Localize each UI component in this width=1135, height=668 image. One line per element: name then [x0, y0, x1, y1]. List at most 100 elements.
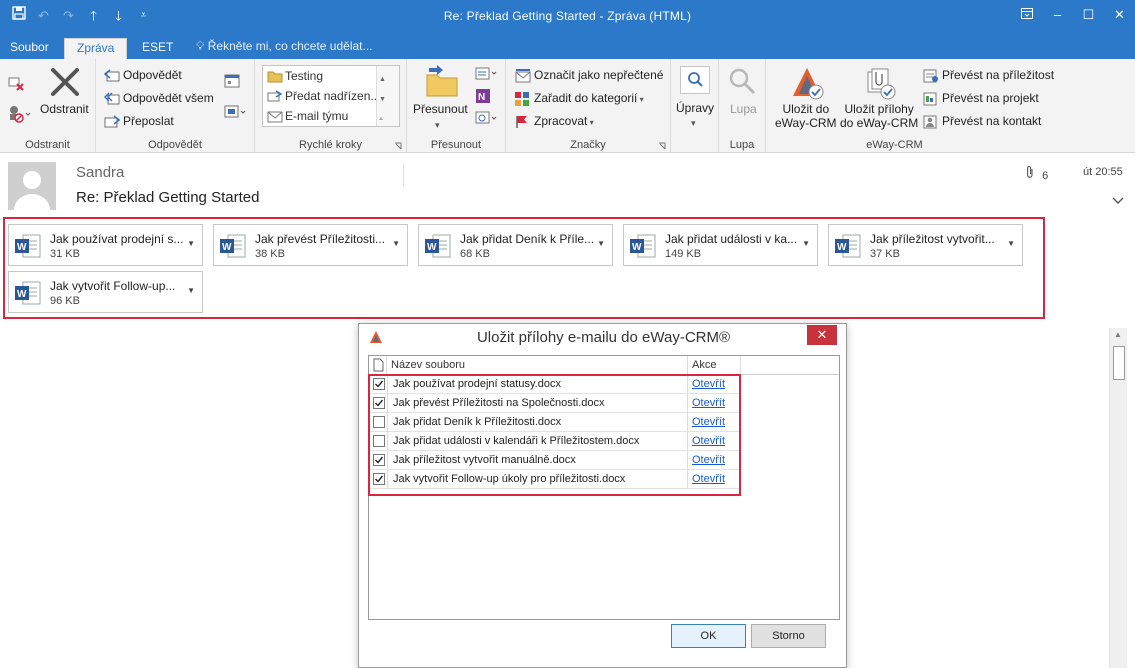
paperclip-icon — [1025, 166, 1035, 182]
folder-icon — [267, 69, 283, 83]
attachment-item[interactable]: W Jak přidat Deník k Příle... 68 KB ▼ — [418, 224, 613, 266]
reply-button[interactable]: Odpovědět — [103, 68, 182, 83]
attachment-item[interactable]: W Jak používat prodejní s... 31 KB ▼ — [8, 224, 203, 266]
attachment-size: 68 KB — [460, 248, 490, 260]
close-icon[interactable]: ✕ — [807, 325, 837, 345]
convert-to-project-button[interactable]: Převést na projekt — [923, 91, 1039, 106]
team-email-icon — [267, 109, 283, 123]
header-divider — [403, 164, 404, 186]
group-eway-crm: Uložit do eWay-CRM Uložit přílohy do eWa… — [766, 59, 1063, 153]
title-bar: ↶ ↷ 🡑 🡓 ⩡ Re: Překlad Getting Started - … — [0, 0, 1135, 33]
group-delete: Odstranit Odstranit — [0, 59, 96, 153]
attachment-size: 96 KB — [50, 295, 80, 307]
tab-file[interactable]: Soubor — [2, 38, 57, 59]
svg-text:W: W — [632, 242, 642, 253]
actions-icon[interactable] — [475, 110, 499, 129]
quick-steps-gallery: Testing Předat nadřízen... E-mail týmu ▲… — [262, 65, 400, 127]
eway-attachments-icon — [862, 66, 896, 103]
chevron-down-icon: ▾ — [691, 118, 696, 128]
project-icon — [923, 92, 939, 106]
tab-message[interactable]: Zpráva — [64, 38, 128, 59]
attachment-item[interactable]: W Jak převést Příležitosti... 38 KB ▼ — [213, 224, 408, 266]
rules-icon[interactable] — [475, 67, 499, 84]
column-header-action[interactable]: Akce — [688, 356, 741, 375]
delete-button[interactable]: Odstranit — [40, 102, 89, 116]
attachment-size: 149 KB — [665, 248, 702, 260]
group-label: Odpovědět — [148, 139, 202, 151]
lightbulb-icon: 💡︎ — [196, 39, 205, 53]
mark-unread-button[interactable]: Označit jako nepřečtené — [515, 68, 663, 83]
contact-icon — [923, 115, 939, 129]
group-label: eWay-CRM — [866, 139, 923, 151]
attachment-item[interactable]: W Jak přidat události v ka... 149 KB ▼ — [623, 224, 818, 266]
junk-icon[interactable] — [7, 104, 31, 127]
chevron-down-icon[interactable]: ▼ — [597, 239, 605, 248]
attachment-size: 31 KB — [50, 248, 80, 260]
flag-icon — [515, 115, 531, 129]
attachment-name: Jak přidat události v ka... — [665, 232, 798, 246]
body-scrollbar[interactable]: ▲ — [1109, 328, 1127, 668]
gallery-scroll[interactable]: ▲ ▼ ⩡ — [376, 66, 399, 126]
meeting-reply-icon[interactable] — [224, 73, 240, 92]
forward-button[interactable]: Přeposlat — [104, 114, 174, 129]
close-icon[interactable]: ✕ — [1104, 0, 1135, 30]
rows-highlight — [368, 374, 741, 496]
delete-icon[interactable] — [49, 66, 81, 101]
tell-me-search[interactable]: 💡︎ Řekněte mi, co chcete udělat... — [196, 39, 373, 54]
ribbon-display-icon[interactable] — [1011, 0, 1042, 30]
reply-all-icon — [104, 92, 120, 106]
save-to-eway-button[interactable]: Uložit do eWay-CRM — [775, 102, 837, 130]
forward-to-manager-icon — [267, 89, 283, 103]
save-attachments-to-eway-button[interactable]: Uložit přílohy do eWay-CRM — [840, 102, 918, 130]
sender-name[interactable]: Sandra — [76, 164, 124, 181]
minimize-icon[interactable]: – — [1042, 0, 1073, 30]
move-folder-icon[interactable] — [425, 65, 459, 102]
chevron-down-icon[interactable]: ▼ — [187, 286, 195, 295]
svg-text:W: W — [427, 242, 437, 253]
group-label: Odstranit — [25, 139, 70, 151]
ignore-icon[interactable] — [7, 72, 27, 95]
more-respond-icon[interactable] — [224, 104, 248, 123]
maximize-icon[interactable]: ☐ — [1073, 0, 1104, 30]
zoom-button[interactable]: Lupa — [730, 102, 757, 116]
move-dropdown-icon[interactable]: ▾ — [435, 120, 440, 131]
svg-text:W: W — [837, 242, 847, 253]
ribbon: Odstranit Odstranit Odpovědět Odpovědět … — [0, 59, 1135, 153]
reply-icon — [103, 69, 120, 83]
chevron-down-icon[interactable]: ▼ — [1007, 239, 1015, 248]
tab-eset[interactable]: ESET — [134, 38, 181, 59]
attachment-item[interactable]: W Jak vytvořit Follow-up... 96 KB ▼ — [8, 271, 203, 313]
expand-header-icon[interactable] — [1112, 196, 1124, 208]
group-respond: Odpovědět Odpovědět všem Přeposlat Odpov… — [96, 59, 255, 153]
onenote-icon[interactable]: N — [475, 88, 491, 107]
grid-header: Název souboru Akce — [369, 356, 839, 375]
scroll-thumb[interactable] — [1113, 346, 1125, 380]
svg-text:W: W — [17, 289, 27, 300]
word-doc-icon: W — [220, 234, 246, 259]
scroll-up-icon[interactable]: ▲ — [1114, 330, 1122, 339]
cancel-button[interactable]: Storno — [751, 624, 826, 648]
reply-all-button[interactable]: Odpovědět všem — [104, 91, 214, 106]
column-header-name[interactable]: Název souboru — [387, 356, 688, 375]
word-doc-icon: W — [630, 234, 656, 259]
group-tags: Označit jako nepřečtené Zařadit do kateg… — [506, 59, 671, 153]
forward-icon — [104, 115, 121, 129]
group-editing[interactable]: Úpravy ▾ — [671, 59, 719, 153]
message-header: Sandra Re: Překlad Getting Started 6 út … — [0, 154, 1135, 216]
chevron-down-icon[interactable]: ▼ — [802, 239, 810, 248]
chevron-down-icon[interactable]: ▼ — [392, 239, 400, 248]
word-doc-icon: W — [15, 281, 41, 306]
categorize-button[interactable]: Zařadit do kategorií ▾ — [515, 91, 644, 106]
convert-to-opportunity-button[interactable]: Převést na příležitost — [923, 68, 1054, 83]
group-label: Rychlé kroky — [299, 139, 362, 151]
attachment-size: 37 KB — [870, 248, 900, 260]
file-column-icon — [369, 356, 387, 375]
attachment-item[interactable]: W Jak příležitost vytvořit... 37 KB ▼ — [828, 224, 1023, 266]
follow-up-button[interactable]: Zpracovat ▾ — [515, 114, 594, 129]
move-button[interactable]: Přesunout — [413, 102, 468, 116]
ok-button[interactable]: OK — [671, 624, 746, 648]
group-move: Přesunout ▾ N Přesunout — [407, 59, 506, 153]
convert-to-contact-button[interactable]: Převést na kontakt — [923, 114, 1041, 129]
zoom-icon — [727, 66, 757, 99]
chevron-down-icon[interactable]: ▼ — [187, 239, 195, 248]
